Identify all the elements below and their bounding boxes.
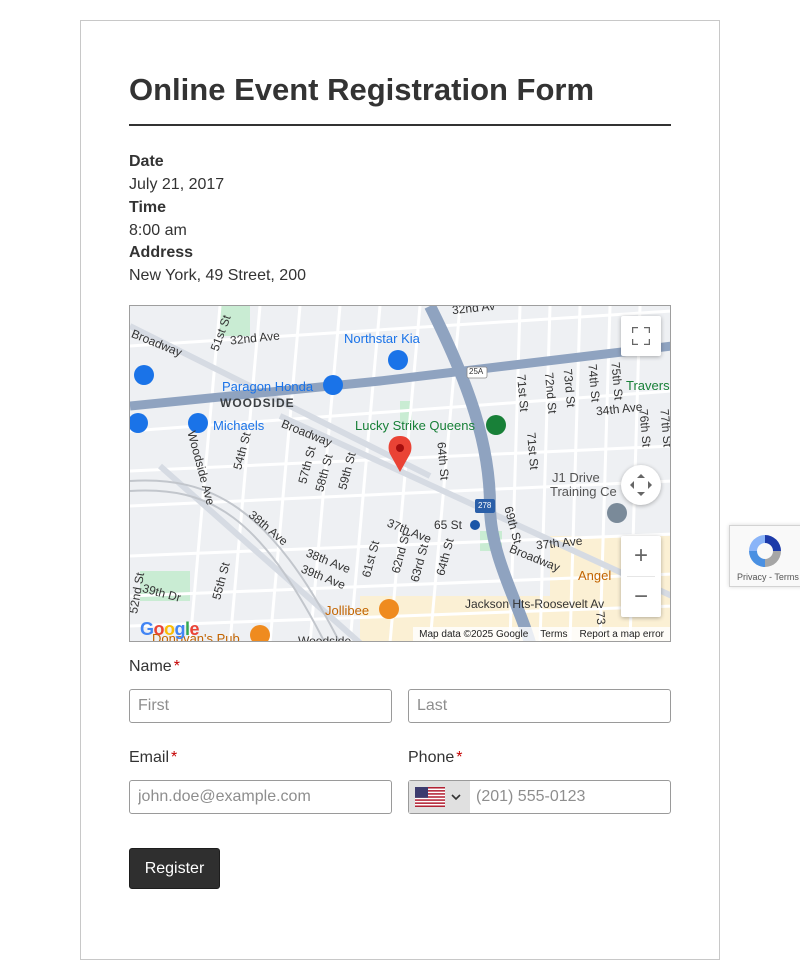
- email-required-mark: *: [171, 749, 178, 766]
- name-label: Name *: [129, 658, 180, 676]
- recaptcha-links: Privacy - Terms: [737, 572, 799, 582]
- google-logo-letter: o: [153, 619, 165, 639]
- fullscreen-button[interactable]: [621, 316, 661, 356]
- poi-northstar[interactable]: Northstar Kia: [344, 331, 420, 346]
- phone-required-mark: *: [456, 749, 463, 766]
- phone-label: Phone *: [408, 749, 463, 767]
- date-label: Date: [129, 153, 164, 170]
- recaptcha-logo-icon: [749, 535, 781, 567]
- register-button[interactable]: Register: [129, 848, 220, 889]
- time-label: Time: [129, 199, 167, 216]
- report-map-error-link[interactable]: Report a map error: [580, 629, 664, 640]
- map-data-credit: Map data ©2025 Google: [419, 628, 529, 640]
- route-278: 278: [478, 501, 492, 510]
- map-attribution: Map data ©2025 Google Terms Report a map…: [413, 627, 670, 641]
- recaptcha-terms-link[interactable]: Terms: [774, 572, 799, 582]
- address-value: New York, 49 Street, 200: [129, 267, 306, 284]
- zoom-out-button[interactable]: −: [621, 577, 661, 617]
- zoom-controls: + −: [621, 536, 661, 617]
- email-label-text: Email: [129, 749, 170, 766]
- phone-input[interactable]: [470, 781, 670, 813]
- poi-jackson-heights[interactable]: Jackson Hts-Roosevelt Av: [465, 597, 604, 611]
- last-name-input[interactable]: [408, 689, 671, 723]
- map-terms-link[interactable]: Terms: [540, 629, 567, 640]
- zoom-in-button[interactable]: +: [621, 536, 661, 576]
- poi-travers[interactable]: Travers: [626, 378, 670, 393]
- country-code-select[interactable]: [409, 781, 470, 813]
- poi-j1-line1[interactable]: J1 Drive: [552, 470, 600, 485]
- event-map[interactable]: Northstar Kia Paragon Honda WOODSIDE Mic…: [129, 305, 671, 642]
- name-required-mark: *: [173, 658, 180, 675]
- google-logo-letter: G: [140, 619, 154, 639]
- us-flag-icon: [415, 787, 445, 807]
- fullscreen-icon: [632, 327, 650, 345]
- poi-j1-line2[interactable]: Training Ce: [550, 484, 617, 499]
- station-65st: 65 St: [434, 518, 463, 532]
- poi-lucky-strike[interactable]: Lucky Strike Queens: [355, 418, 475, 433]
- date-value: July 21, 2017: [129, 176, 225, 193]
- email-input[interactable]: [129, 780, 392, 814]
- camera-control-button[interactable]: [621, 465, 661, 505]
- neighborhood-woodside: WOODSIDE: [220, 396, 295, 410]
- recaptcha-badge[interactable]: Privacy - Terms: [729, 525, 800, 587]
- google-logo-letter: e: [189, 619, 200, 639]
- poi-angel[interactable]: Angel: [578, 568, 611, 583]
- google-logo[interactable]: Google: [140, 619, 200, 640]
- street-73-bottom: 73: [593, 610, 609, 626]
- page-title: Online Event Registration Form: [129, 72, 595, 107]
- recaptcha-privacy-link[interactable]: Privacy: [737, 572, 767, 582]
- title-divider: [129, 124, 671, 126]
- poi-paragon[interactable]: Paragon Honda: [222, 379, 313, 394]
- email-label: Email *: [129, 749, 177, 767]
- google-logo-letter: g: [174, 619, 186, 639]
- station-woodside: Woodside: [298, 634, 352, 642]
- street-77th: 77th St: [657, 408, 671, 448]
- phone-field: [408, 780, 671, 814]
- name-label-text: Name: [129, 658, 172, 675]
- time-value: 8:00 am: [129, 222, 187, 239]
- first-name-input[interactable]: [129, 689, 392, 723]
- address-label: Address: [129, 244, 194, 261]
- phone-label-text: Phone: [408, 749, 455, 766]
- chevron-down-icon: [451, 794, 461, 801]
- route-25a: 25A: [469, 367, 484, 376]
- poi-jollibee[interactable]: Jollibee: [325, 603, 369, 618]
- poi-michaels[interactable]: Michaels: [213, 418, 264, 433]
- google-logo-letter: o: [164, 619, 175, 639]
- camera-control-icon: [630, 474, 652, 496]
